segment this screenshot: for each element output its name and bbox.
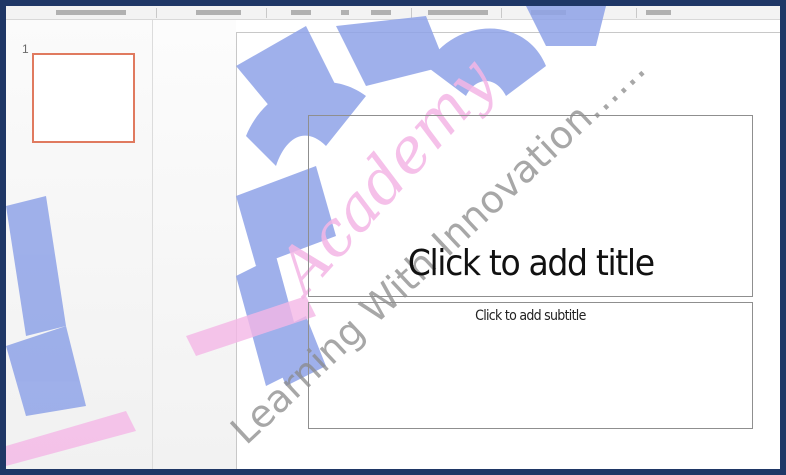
application-window: 1 Academy Learning With Innovation...... bbox=[6, 6, 780, 469]
title-placeholder[interactable]: Click to add title bbox=[308, 115, 753, 297]
ribbon-separator bbox=[501, 8, 502, 18]
ribbon bbox=[6, 6, 780, 20]
pane-divider bbox=[153, 20, 236, 469]
slide-thumbnails-pane[interactable]: 1 bbox=[6, 20, 153, 469]
ribbon-group-clipboard[interactable] bbox=[56, 10, 126, 15]
ribbon-group-font[interactable] bbox=[291, 10, 311, 15]
subtitle-placeholder[interactable]: Click to add subtitle bbox=[308, 302, 753, 429]
subtitle-placeholder-text: Click to add subtitle bbox=[475, 308, 586, 324]
ribbon-separator bbox=[636, 8, 637, 18]
ribbon-group-paragraph[interactable] bbox=[371, 10, 391, 15]
ribbon-group-slides[interactable] bbox=[196, 10, 241, 15]
slide-number-label: 1 bbox=[22, 42, 29, 56]
ribbon-separator bbox=[411, 8, 412, 18]
ribbon-group-font-size[interactable] bbox=[341, 10, 349, 15]
slide-thumbnail-1[interactable] bbox=[32, 53, 135, 143]
title-placeholder-text: Click to add title bbox=[407, 243, 654, 284]
ribbon-group-drawing[interactable] bbox=[428, 10, 488, 15]
ribbon-group-extra[interactable] bbox=[646, 10, 671, 15]
ribbon-separator bbox=[266, 8, 267, 18]
ribbon-separator bbox=[156, 8, 157, 18]
ribbon-group-editing[interactable] bbox=[531, 10, 566, 15]
